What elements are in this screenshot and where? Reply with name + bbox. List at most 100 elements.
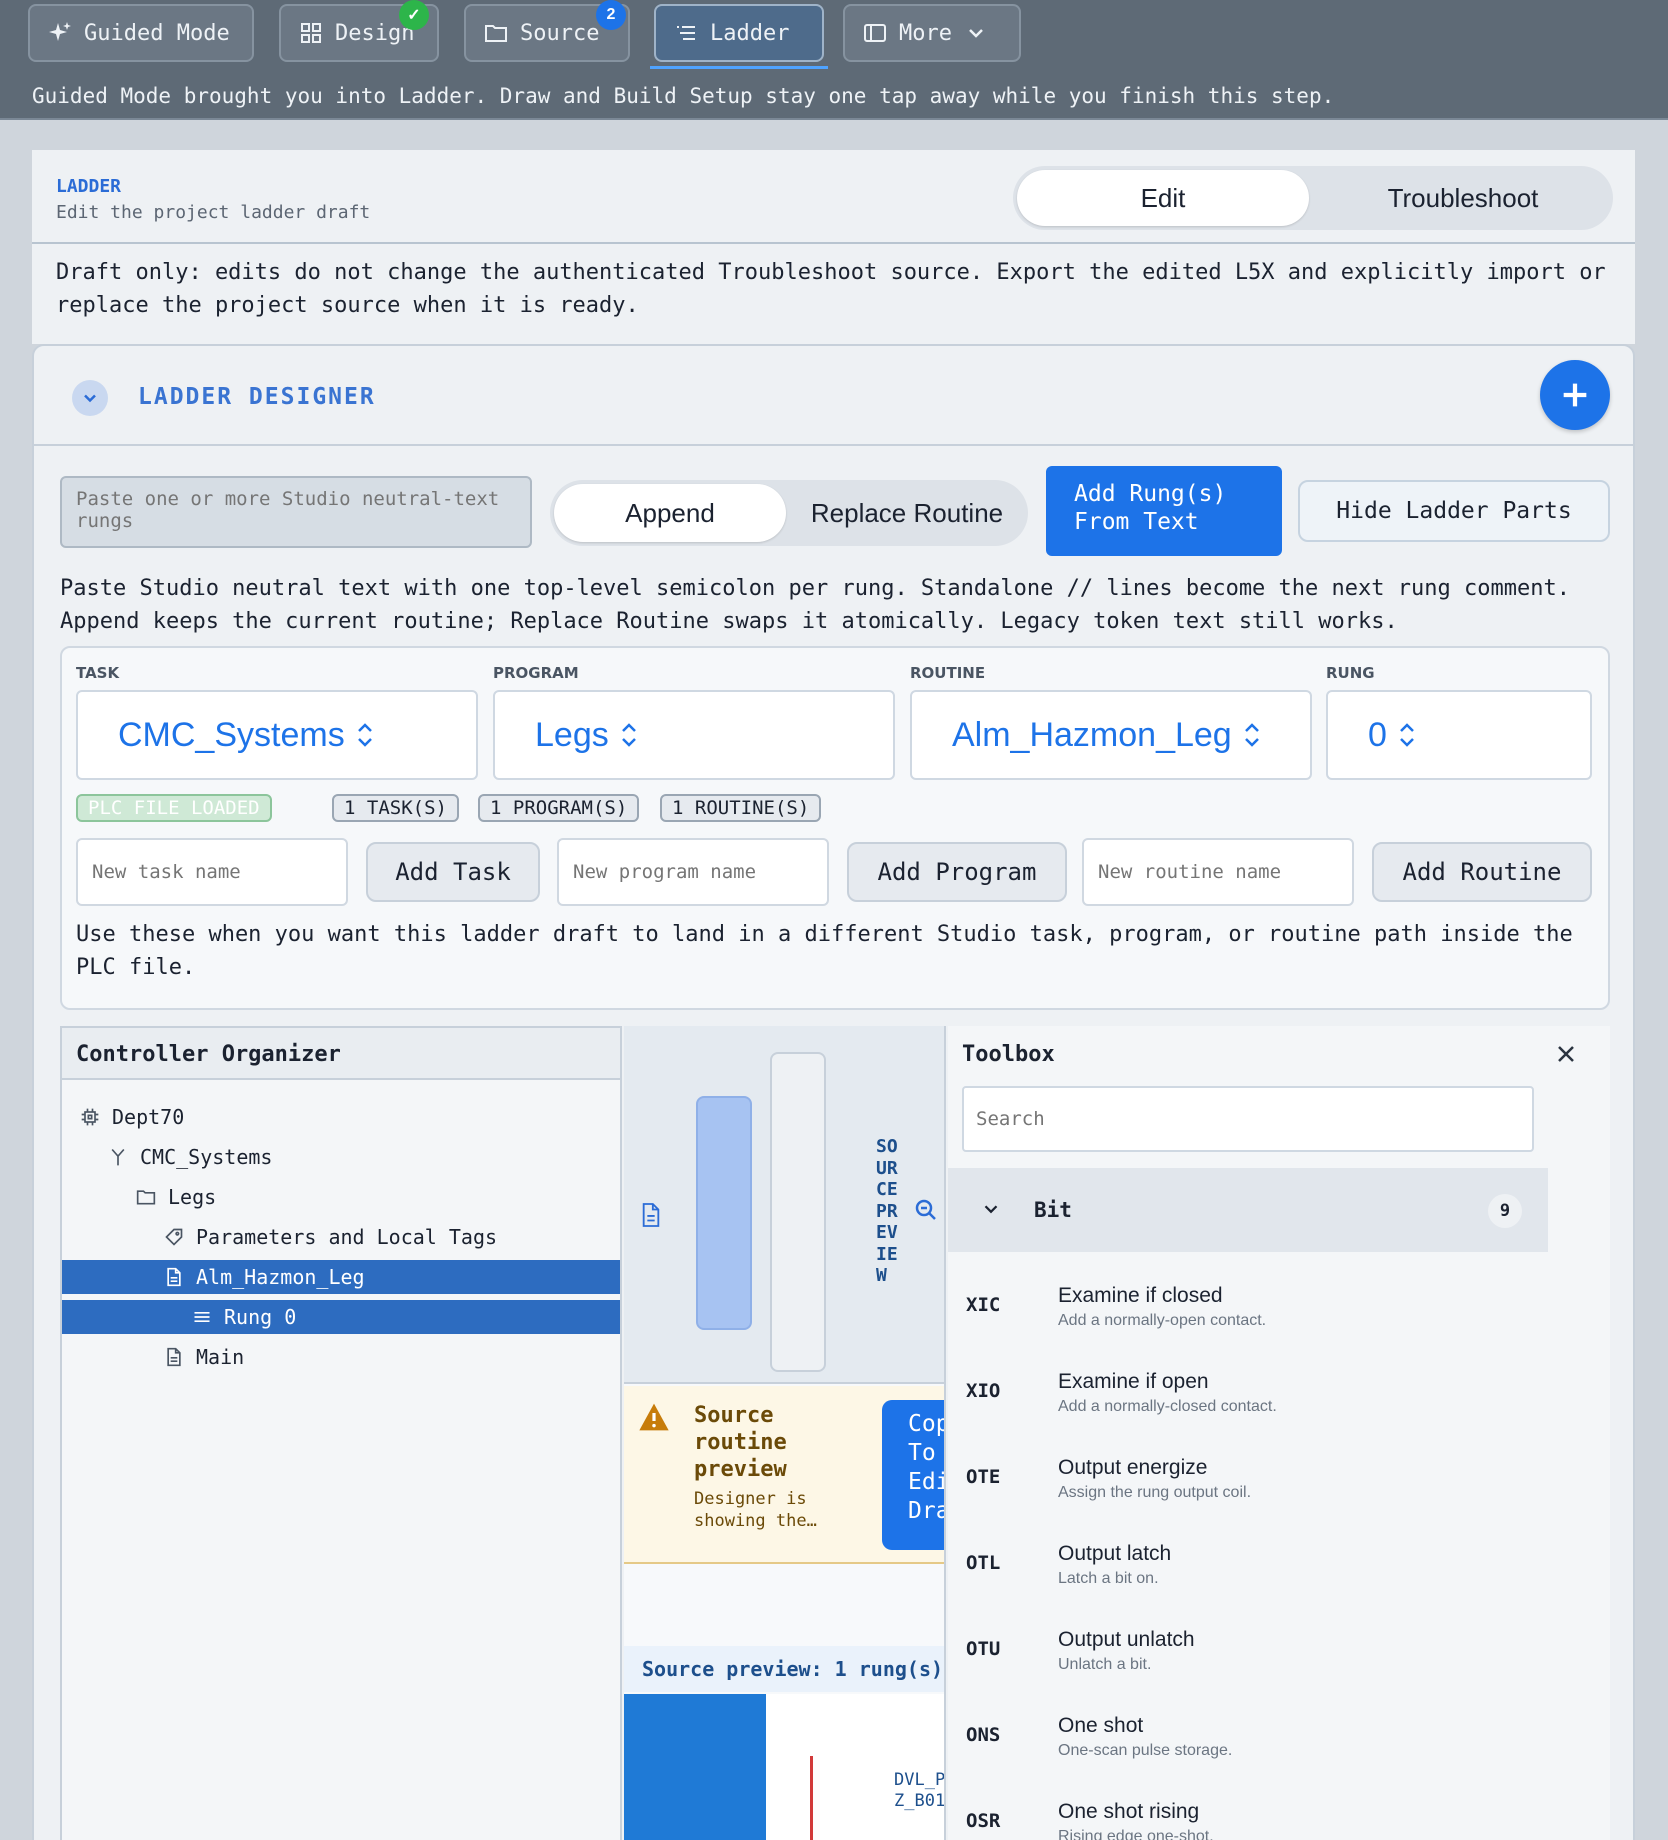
tab-label: Ladder bbox=[710, 20, 790, 46]
routine-value: Alm_Hazmon_Leg bbox=[952, 715, 1232, 754]
minimap-track[interactable] bbox=[770, 1052, 826, 1372]
ladder-designer-panel: LADDER DESIGNER Append Replace Routine A… bbox=[32, 344, 1635, 1840]
program-select[interactable]: Legs bbox=[493, 690, 895, 780]
tree-node-main[interactable]: Main bbox=[62, 1340, 620, 1374]
routine-path-card: TASK CMC_Systems PROGRAM Legs ROUTINE Al… bbox=[60, 646, 1610, 1010]
tree-node-rung[interactable]: Rung 0 bbox=[62, 1300, 620, 1334]
warning-body: Designer is showing the… bbox=[694, 1489, 817, 1531]
tree-node-program[interactable]: Legs bbox=[62, 1180, 620, 1214]
file-icon bbox=[167, 1347, 181, 1367]
add-rungs-from-text-button[interactable]: Add Rung(s) From Text bbox=[1046, 466, 1282, 556]
zoom-out-icon[interactable] bbox=[914, 1198, 938, 1222]
routine-label: ROUTINE bbox=[910, 664, 986, 682]
tree-node-label: Parameters and Local Tags bbox=[196, 1225, 498, 1249]
lines-icon bbox=[194, 1312, 210, 1322]
tree-node-controller[interactable]: Dept70 bbox=[62, 1100, 620, 1134]
rung-number-column bbox=[624, 1694, 766, 1840]
toolbox-item-xic[interactable]: XIC Examine if closed Add a normally-ope… bbox=[948, 1262, 1548, 1348]
new-task-input[interactable] bbox=[76, 838, 348, 906]
tree-node-label: Rung 0 bbox=[224, 1305, 297, 1329]
add-button[interactable] bbox=[1540, 360, 1610, 430]
tree-node-label: Main bbox=[196, 1345, 245, 1369]
toolbox-scroll-gutter bbox=[1548, 1168, 1610, 1840]
source-preview-warning: Source routine preview Designer is showi… bbox=[624, 1386, 944, 1564]
copy-to-editable-draft-button[interactable]: Copy To Editable Draft bbox=[882, 1400, 944, 1550]
chevron-down-icon bbox=[969, 29, 983, 38]
new-routine-input[interactable] bbox=[1082, 838, 1354, 906]
designer-header: LADDER DESIGNER bbox=[34, 346, 1633, 446]
tree-node-routine[interactable]: Alm_Hazmon_Leg bbox=[62, 1260, 620, 1294]
toolbox-group-bit[interactable]: Bit 9 bbox=[948, 1168, 1548, 1252]
mode-edit-button[interactable]: Edit bbox=[1017, 170, 1309, 226]
program-value: Legs bbox=[535, 715, 609, 754]
toolbox-item-xio[interactable]: XIO Examine if open Add a normally-close… bbox=[948, 1348, 1548, 1434]
draft-notice: Draft only: edits do not change the auth… bbox=[32, 244, 1635, 344]
paste-rungs-input[interactable] bbox=[60, 476, 532, 548]
design-check-badge: ✓ bbox=[399, 0, 429, 30]
add-routine-button[interactable]: Add Routine bbox=[1372, 842, 1592, 902]
section-title: LADDER bbox=[56, 176, 122, 197]
new-program-input[interactable] bbox=[557, 838, 829, 906]
ladder-header-card: LADDER Edit the project ladder draft Edi… bbox=[32, 150, 1635, 244]
tree-node-label: CMC_Systems bbox=[140, 1145, 273, 1169]
controller-organizer: Controller Organizer Dept70 CMC_Systems … bbox=[60, 1026, 622, 1840]
rung-label: RUNG bbox=[1326, 664, 1375, 682]
tab-more[interactable]: More bbox=[843, 4, 1021, 62]
toolbox-item-ote[interactable]: OTE Output energize Assign the rung outp… bbox=[948, 1434, 1548, 1520]
routine-count-chip: 1 ROUTINE(S) bbox=[660, 794, 822, 822]
tree-node-label: Legs bbox=[168, 1185, 217, 1209]
chevron-updown-icon bbox=[1400, 723, 1414, 747]
tree-node-tags[interactable]: Parameters and Local Tags bbox=[62, 1220, 620, 1254]
tab-label: Guided Mode bbox=[84, 20, 230, 46]
panel-icon bbox=[864, 24, 886, 42]
program-label: PROGRAM bbox=[493, 664, 579, 682]
rung-body bbox=[766, 1694, 944, 1840]
minimap-viewport[interactable] bbox=[696, 1096, 752, 1330]
tab-guided-mode[interactable]: Guided Mode bbox=[28, 4, 254, 62]
append-button[interactable]: Append bbox=[554, 484, 786, 542]
section-subtitle: Edit the project ladder draft bbox=[56, 202, 371, 223]
insert-mode-toggle: Append Replace Routine bbox=[550, 480, 1028, 546]
chip-icon bbox=[81, 1108, 99, 1126]
toolbox-item-osr[interactable]: OSR One shot rising Rising edge one-shot… bbox=[948, 1778, 1548, 1840]
plc-loaded-chip: PLC FILE LOADED bbox=[76, 794, 272, 822]
close-icon[interactable] bbox=[1554, 1042, 1578, 1066]
source-preview-summary: Source preview: 1 rung(s) from bbox=[624, 1646, 944, 1692]
file-icon bbox=[642, 1203, 660, 1227]
task-value: CMC_Systems bbox=[118, 715, 345, 754]
add-task-button[interactable]: Add Task bbox=[366, 842, 540, 902]
chevron-down-icon bbox=[984, 1205, 998, 1214]
toolbox-panel: Toolbox Bit 9 XIC Examine if closed Add … bbox=[948, 1026, 1610, 1840]
file-icon bbox=[167, 1267, 181, 1287]
organizer-title: Controller Organizer bbox=[62, 1028, 620, 1080]
rung-select[interactable]: 0 bbox=[1326, 690, 1592, 780]
replace-routine-button[interactable]: Replace Routine bbox=[790, 484, 1024, 542]
chevron-down-icon bbox=[84, 394, 96, 403]
sparkle-icon bbox=[49, 22, 71, 41]
toolbox-search-input[interactable] bbox=[962, 1086, 1534, 1152]
path-help-text: Use these when you want this ladder draf… bbox=[76, 922, 1573, 980]
active-tab-indicator bbox=[650, 66, 828, 69]
source-count-badge: 2 bbox=[596, 0, 626, 30]
folder-icon bbox=[136, 1190, 156, 1205]
toolbox-item-otu[interactable]: OTU Output unlatch Unlatch a bit. bbox=[948, 1606, 1548, 1692]
warning-icon bbox=[639, 1403, 669, 1431]
routine-select[interactable]: Alm_Hazmon_Leg bbox=[910, 690, 1312, 780]
toolbox-item-otl[interactable]: OTL Output latch Latch a bit on. bbox=[948, 1520, 1548, 1606]
chevron-updown-icon bbox=[621, 723, 636, 747]
grid-icon bbox=[301, 23, 321, 43]
mode-troubleshoot-button[interactable]: Troubleshoot bbox=[1317, 170, 1609, 226]
plus-icon bbox=[1563, 383, 1587, 407]
tab-source[interactable]: Source 2 bbox=[464, 0, 630, 62]
task-select[interactable]: CMC_Systems bbox=[76, 690, 478, 780]
add-program-button[interactable]: Add Program bbox=[847, 842, 1067, 902]
toolbox-item-ons[interactable]: ONS One shot One-scan pulse storage. bbox=[948, 1692, 1548, 1778]
tab-design[interactable]: Design ✓ bbox=[279, 0, 439, 62]
tab-ladder[interactable]: Ladder bbox=[654, 4, 824, 62]
source-preview-strip: SO UR CE PR EV IE W bbox=[624, 1026, 944, 1384]
hide-ladder-parts-button[interactable]: Hide Ladder Parts bbox=[1298, 480, 1610, 542]
tab-label: Source bbox=[520, 20, 600, 46]
tree-node-task[interactable]: CMC_Systems bbox=[62, 1140, 620, 1174]
collapse-toggle[interactable] bbox=[72, 380, 108, 416]
left-power-rail bbox=[810, 1756, 813, 1840]
